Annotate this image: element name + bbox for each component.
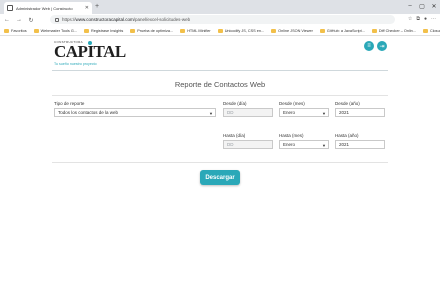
tab-close-icon[interactable]: ✕ xyxy=(85,5,89,11)
from-month-value: Enero xyxy=(283,110,296,115)
bookmark-item[interactable]: Prueba de optimiza... xyxy=(130,28,174,33)
browser-tab-bar: Administrador Web | Constructo ✕ + – ▢ ✕ xyxy=(0,0,440,14)
bookmark-label: Diff Checker – Onlin... xyxy=(378,28,416,33)
from-month-label: Desde (mes) xyxy=(279,101,305,106)
url-text: https://www.constructoracapital.com/pane… xyxy=(62,17,191,22)
chevron-down-icon: ▼ xyxy=(322,111,326,116)
site-favicon-icon xyxy=(7,5,13,11)
to-month-value: Enero xyxy=(283,142,296,147)
logo-dot-icon xyxy=(88,41,92,45)
bookmark-item[interactable]: Unicodify JS, CSS en... xyxy=(217,28,265,33)
logo-tagline: Tu sueño nuestro proyecto xyxy=(54,62,97,66)
minimize-button[interactable]: – xyxy=(404,0,416,12)
lock-icon xyxy=(55,17,59,22)
bookmark-icon xyxy=(33,28,39,33)
back-arrow-icon[interactable]: ← xyxy=(2,15,12,25)
bookmark-item[interactable]: Diff Checker – Onlin... xyxy=(371,28,416,33)
bookmark-item[interactable]: Favoritos xyxy=(4,28,27,33)
bookmark-icon xyxy=(319,28,325,33)
logout-button[interactable]: ⇥ xyxy=(377,41,387,51)
favorite-star-icon[interactable]: ☆ xyxy=(408,16,412,22)
company-logo[interactable]: CONSTRUCTORA CAPITAL Tu sueño nuestro pr… xyxy=(54,40,126,66)
address-bar: ← → ↻ https://www.constructoracapital.co… xyxy=(0,14,440,26)
bookmark-label: Prueba de optimiza... xyxy=(137,28,174,33)
form-divider xyxy=(52,162,388,163)
report-type-label: Tipo de reporte xyxy=(54,101,85,106)
menu-dots-icon[interactable]: ⋯ xyxy=(431,16,436,22)
bookmark-item[interactable]: GitHub: a JavaScript... xyxy=(319,28,365,33)
bookmark-icon xyxy=(180,28,186,33)
from-year-label: Desde (año) xyxy=(335,101,360,106)
from-day-label: Desde (día) xyxy=(223,101,247,106)
to-month-label: Hasta (mes) xyxy=(279,133,304,138)
to-day-input[interactable]: DD xyxy=(223,140,273,149)
from-month-select[interactable]: Enero ▼ xyxy=(279,108,329,117)
bookmark-label: Online JSON Viewer xyxy=(278,28,313,33)
report-type-select[interactable]: Todos los contactos de la web ▼ xyxy=(54,108,216,117)
bookmark-item[interactable]: HTML Minifier xyxy=(180,28,211,33)
bookmark-icon xyxy=(130,28,136,33)
new-tab-button[interactable]: + xyxy=(95,2,99,12)
bookmark-label: Closure Compiler S... xyxy=(429,28,440,33)
download-button[interactable]: Descargar xyxy=(200,170,240,185)
exit-icon: ⇥ xyxy=(379,43,385,50)
bookmark-icon xyxy=(271,28,277,33)
bookmark-label: HTML Minifier xyxy=(187,28,211,33)
tab-title: Administrador Web | Constructo xyxy=(16,5,73,11)
to-day-label: Hasta (día) xyxy=(223,133,246,138)
profile-icon[interactable]: ● xyxy=(424,16,427,22)
title-divider xyxy=(52,95,388,96)
page-title: Reporte de Contactos Web xyxy=(174,80,266,89)
folder-icon xyxy=(4,28,9,33)
reload-icon[interactable]: ↻ xyxy=(26,15,36,25)
bookmark-icon xyxy=(371,28,377,33)
bookmark-icon xyxy=(84,28,89,33)
page-content: CONSTRUCTORA CAPITAL Tu sueño nuestro pr… xyxy=(0,37,440,301)
bookmarks-bar: Favoritos Webmaster Tools G... Registrase … xyxy=(0,26,440,36)
chevron-down-icon: ▼ xyxy=(322,143,326,148)
forward-arrow-icon[interactable]: → xyxy=(14,15,24,25)
bookmark-item[interactable]: Closure Compiler S... xyxy=(422,28,440,33)
from-day-input[interactable]: DD xyxy=(223,108,273,117)
hamburger-icon: ≡ xyxy=(367,43,371,49)
url-input[interactable]: https://www.constructoracapital.com/pane… xyxy=(50,15,395,24)
bookmark-label: Unicodify JS, CSS en... xyxy=(224,28,265,33)
chevron-down-icon: ▼ xyxy=(209,111,213,116)
bookmark-item[interactable]: Online JSON Viewer xyxy=(271,28,313,33)
bookmark-item[interactable]: Registrase Insights xyxy=(84,28,124,33)
bookmark-icon xyxy=(422,28,428,33)
report-type-value: Todos los contactos de la web xyxy=(58,110,119,115)
from-year-input[interactable]: 2021 xyxy=(335,108,385,117)
bookmark-icon xyxy=(217,28,223,33)
close-window-button[interactable]: ✕ xyxy=(428,0,440,12)
to-year-input[interactable]: 2021 xyxy=(335,140,385,149)
bookmark-label: GitHub: a JavaScript... xyxy=(326,28,365,33)
bookmark-label: Webmaster Tools G... xyxy=(40,28,77,33)
menu-button[interactable]: ≡ xyxy=(364,41,374,51)
maximize-button[interactable]: ▢ xyxy=(416,0,428,12)
logo-main-text: CAPITAL xyxy=(54,42,126,61)
browser-tab[interactable]: Administrador Web | Constructo ✕ xyxy=(4,2,92,14)
header-divider xyxy=(52,70,388,71)
collections-icon[interactable]: ⧉ xyxy=(416,16,420,22)
to-year-label: Hasta (año) xyxy=(335,133,359,138)
bookmark-item[interactable]: Webmaster Tools G... xyxy=(33,28,77,33)
to-month-select[interactable]: Enero ▼ xyxy=(279,140,329,149)
bookmark-label: Favoritos xyxy=(11,28,27,33)
bookmark-label: Registrase Insights xyxy=(91,28,124,33)
